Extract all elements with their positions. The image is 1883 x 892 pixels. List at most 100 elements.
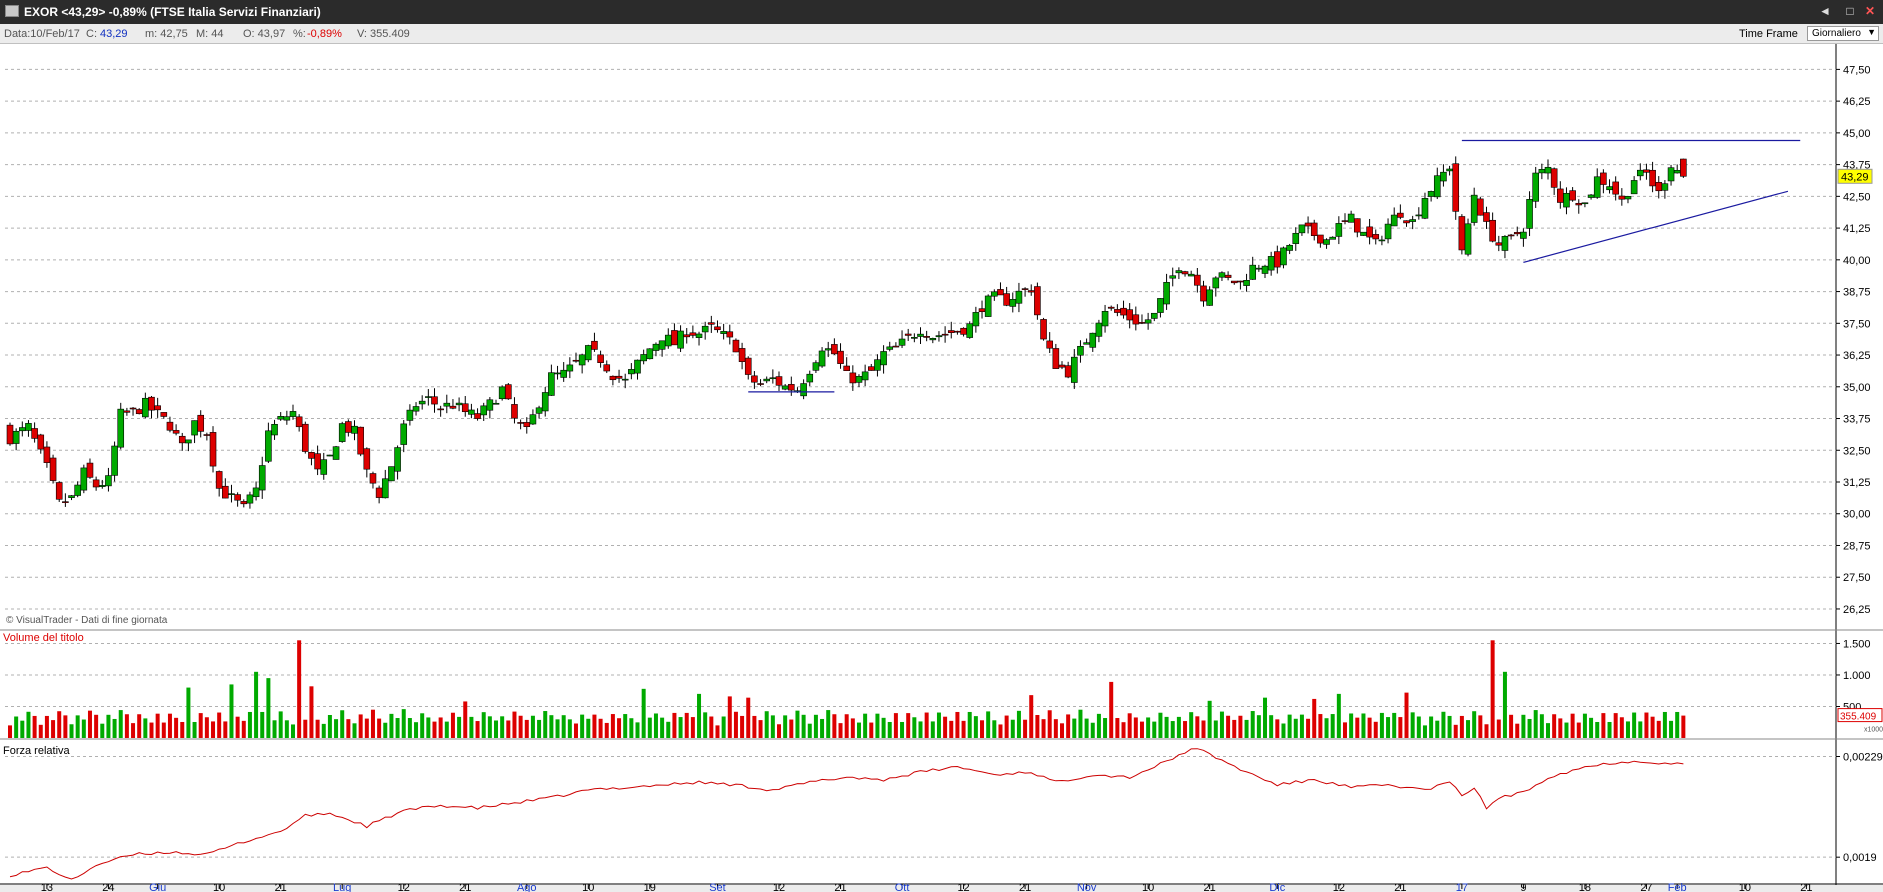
timeframe-select[interactable]: Giornaliero ▼ (1807, 26, 1879, 41)
candle-body (1673, 170, 1681, 174)
volume-bar (1447, 715, 1452, 738)
volume-bar (1281, 723, 1286, 738)
candle-body (640, 354, 647, 362)
candle-body (1538, 169, 1546, 174)
volume-bar (617, 718, 622, 738)
volume-bar (1084, 718, 1089, 738)
chart-area[interactable]: 47,5046,2545,0043,7542,5041,2540,0038,75… (0, 44, 1883, 892)
volume-bar (118, 710, 123, 738)
volume-bar (881, 717, 886, 738)
candle-body (757, 383, 764, 385)
volume-bar (998, 724, 1003, 738)
volume-bar (1250, 711, 1255, 738)
candle-body (1372, 234, 1380, 240)
candle-body (295, 416, 303, 428)
volume-bar (1201, 720, 1206, 738)
candle-body (689, 332, 697, 336)
volume-bar (721, 716, 726, 738)
volume-bar (1490, 640, 1495, 738)
candle-body (74, 484, 81, 496)
volume-bar (856, 722, 861, 738)
info-pct-label: %: (293, 28, 306, 40)
candle-body (972, 312, 980, 327)
back-icon[interactable]: ◄ (1817, 4, 1833, 19)
candle-body (966, 323, 974, 338)
volume-bar (715, 725, 720, 738)
volume-bar (1595, 721, 1600, 738)
candle-body (357, 426, 364, 455)
time-tick-label: 12 (1333, 882, 1345, 892)
candle-body (898, 338, 906, 346)
time-tick-label: 21 (1019, 882, 1031, 892)
volume-bar (604, 722, 609, 738)
volume-bar (653, 713, 658, 738)
volume-bar (180, 721, 185, 738)
volume-bar (641, 688, 646, 738)
candle-body (1433, 175, 1441, 198)
candle-body (1144, 319, 1152, 324)
candle-body (1194, 274, 1201, 286)
volume-bar (1644, 712, 1649, 738)
volume-bar (8, 725, 12, 738)
volume-bar (334, 719, 339, 738)
volume-bar (1256, 715, 1261, 738)
candle-body (984, 295, 992, 317)
candle-body (788, 384, 795, 391)
candle-body (1636, 169, 1644, 177)
candle-body (480, 405, 488, 416)
candle-body (1612, 181, 1619, 195)
candle-body (308, 452, 315, 459)
candle-body (1200, 285, 1207, 302)
time-tick-label: Dic (1269, 882, 1285, 892)
candle-body (1550, 168, 1558, 188)
volume-bar (1170, 721, 1175, 738)
volume-bar (567, 719, 572, 738)
volume-bar (1263, 697, 1268, 738)
volume-bar (186, 687, 191, 738)
candle-body (1415, 214, 1423, 217)
volume-bar (100, 723, 105, 738)
volume-bar (457, 716, 462, 738)
candle-body (911, 336, 918, 339)
candle-body (1409, 219, 1416, 222)
volume-bar (327, 714, 332, 738)
candle-body (86, 462, 94, 478)
volume-bar (1527, 718, 1532, 738)
candle-body (1107, 306, 1115, 309)
time-tick-label: 10 (1739, 882, 1751, 892)
candle-body (1304, 222, 1312, 227)
restore-icon[interactable]: □ (1842, 4, 1858, 19)
volume-bar (106, 714, 111, 738)
candle-body (498, 386, 506, 400)
candle-body (1015, 290, 1023, 304)
volume-bar (247, 711, 252, 738)
timeframe-label: Time Frame (1739, 28, 1798, 40)
volume-bar (518, 715, 523, 738)
volume-bar (709, 716, 714, 738)
price-tick-label: 46,25 (1843, 96, 1871, 108)
candle-body (775, 376, 783, 386)
close-icon[interactable]: ✕ (1862, 4, 1878, 19)
candle-body (1206, 289, 1213, 306)
info-high: M: 44 (196, 28, 224, 40)
volume-bar (81, 719, 86, 738)
candle-body (314, 453, 321, 470)
volume-bar (1625, 721, 1630, 738)
candle-body (1378, 239, 1386, 242)
volume-bar (1041, 719, 1046, 738)
candle-body (609, 375, 617, 381)
volume-bar (309, 686, 314, 738)
candle-body (1126, 309, 1133, 321)
volume-bar (1453, 724, 1458, 738)
candle-body (923, 336, 930, 338)
volume-bar (1207, 700, 1212, 738)
candle-body (1606, 186, 1613, 191)
candle-body (1618, 195, 1626, 200)
candle-body (160, 412, 168, 417)
candle-body (1046, 340, 1053, 349)
volume-bar (863, 713, 868, 738)
candle-body (904, 333, 912, 336)
volume-bar (832, 714, 837, 738)
candle-body (449, 405, 457, 409)
candle-body (947, 330, 955, 333)
